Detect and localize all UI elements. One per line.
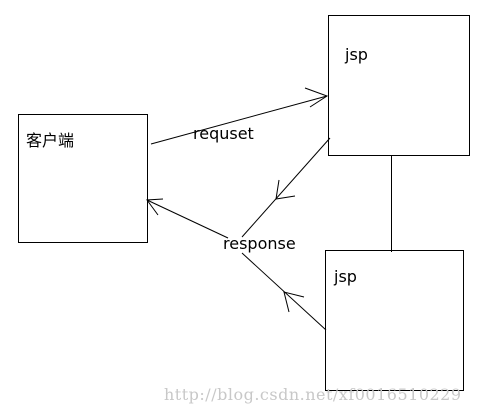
jsp-bottom-label: jsp [333,267,357,286]
response-arrowhead-lower [283,291,305,313]
watermark-text: http://blog.csdn.net/xf0016510229 [164,385,462,404]
jsp-top-box [328,15,470,156]
response-line-from-top-jsp [241,137,331,238]
response-line-to-client [146,199,229,239]
request-label: requset [193,124,254,143]
client-label: 客户端 [26,131,74,150]
request-arrowhead [304,87,329,108]
flow-diagram: 客户端 jsp jsp requset response http://blog… [18,15,470,404]
jsp-top-label: jsp [344,45,368,64]
response-label: response [223,234,296,253]
